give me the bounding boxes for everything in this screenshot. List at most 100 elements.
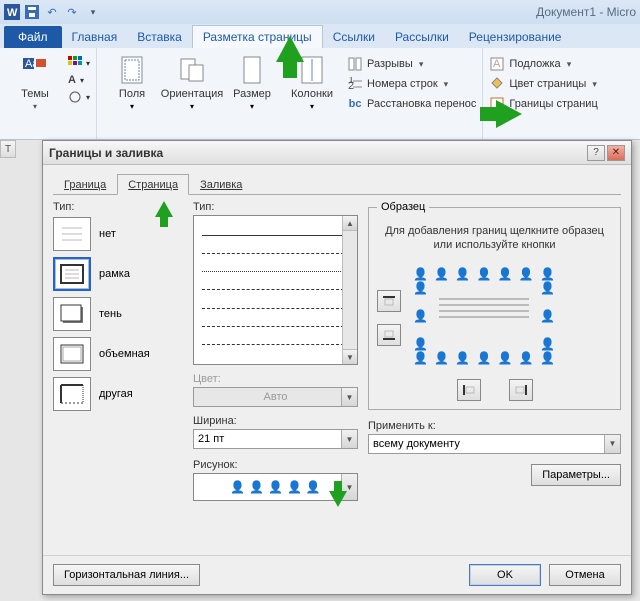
style-label: Тип: xyxy=(193,201,358,213)
preview-left-border-button[interactable] xyxy=(457,379,481,401)
type-custom-icon xyxy=(53,377,91,411)
margins-button[interactable]: Поля▾ xyxy=(103,52,161,111)
page-color-button[interactable]: Цвет страницы xyxy=(489,76,597,92)
art-label: Рисунок: xyxy=(193,459,358,471)
preview-legend: Образец xyxy=(377,201,429,213)
scroll-up-icon[interactable]: ▲ xyxy=(343,216,357,231)
preview-canvas[interactable]: 👤👤👤👤👤👤👤 👤👤👤 👤👤👤 👤👤👤👤👤👤👤 xyxy=(409,263,559,373)
themes-button[interactable]: Aa Темы ▾ xyxy=(6,52,64,111)
themes-icon: Aa xyxy=(19,54,51,86)
cancel-label: Отмена xyxy=(565,569,604,581)
dialog-tab-border[interactable]: Граница xyxy=(53,174,117,195)
qa-customize-dropdown[interactable] xyxy=(84,4,100,20)
page-color-icon xyxy=(489,76,505,92)
margins-label: Поля xyxy=(119,88,145,100)
type-custom[interactable]: другая xyxy=(53,377,183,411)
annotation-arrow-page-tab xyxy=(155,201,173,217)
line-numbers-label: Номера строк xyxy=(367,78,438,90)
dialog-tab-fill[interactable]: Заливка xyxy=(189,174,253,195)
parameters-button[interactable]: Параметры... xyxy=(531,464,621,486)
themes-label: Темы xyxy=(21,88,49,100)
color-combo: Авто ▼ xyxy=(193,387,358,407)
preview-bottom-border-button[interactable] xyxy=(377,324,401,346)
type-shadow-icon xyxy=(53,297,91,331)
ruler-marker: Т xyxy=(0,140,16,158)
borders-shading-dialog: Границы и заливка ? ✕ Граница Страница З… xyxy=(42,140,632,595)
svg-text:W: W xyxy=(7,7,18,19)
type-custom-label: другая xyxy=(99,388,133,400)
ribbon: Aa Темы ▾ ▾ A▾ ▾ Поля▾ Ориентация▾ Разме… xyxy=(0,48,640,140)
ok-label: OK xyxy=(497,569,513,581)
dialog-tab-page[interactable]: Страница xyxy=(117,174,189,195)
preview-hint: Для добавления границ щелкните образец и… xyxy=(377,225,612,253)
ok-button[interactable]: OK xyxy=(469,564,541,586)
size-icon xyxy=(236,54,268,86)
type-box-icon xyxy=(53,257,91,291)
preview-fieldset: Образец Для добавления границ щелкните о… xyxy=(368,201,621,410)
ribbon-tabs: Файл Главная Вставка Разметка страницы С… xyxy=(0,24,640,48)
parameters-label: Параметры... xyxy=(542,469,610,481)
undo-icon[interactable]: ↶ xyxy=(44,4,60,20)
save-icon[interactable] xyxy=(24,4,40,20)
watermark-button[interactable]: A Подложка xyxy=(489,56,597,72)
page-color-label: Цвет страницы xyxy=(509,78,586,90)
svg-text:2: 2 xyxy=(348,80,354,91)
line-numbers-button[interactable]: 12Номера строк xyxy=(347,76,476,92)
close-button[interactable]: ✕ xyxy=(607,145,625,161)
width-value: 21 пт xyxy=(198,433,224,445)
preview-right-border-button[interactable] xyxy=(509,379,533,401)
horizontal-line-button[interactable]: Горизонтальная линия... xyxy=(53,564,200,586)
theme-fonts-icon[interactable]: A▾ xyxy=(68,74,90,86)
tab-references[interactable]: Ссылки xyxy=(323,26,385,48)
style-scrollbar[interactable]: ▲ ▼ xyxy=(342,216,357,364)
watermark-label: Подложка xyxy=(509,58,560,70)
word-app-icon: W xyxy=(4,4,20,20)
hyphenation-button[interactable]: bcРасстановка перенос xyxy=(347,96,476,112)
title-bar: W ↶ ↷ Документ1 - Micro xyxy=(0,0,640,24)
columns-label: Колонки xyxy=(291,88,333,100)
breaks-label: Разрывы xyxy=(367,58,413,70)
document-title: Документ1 - Micro xyxy=(536,5,636,19)
annotation-arrow-tab xyxy=(276,36,304,62)
scroll-down-icon[interactable]: ▼ xyxy=(343,349,357,364)
breaks-icon xyxy=(347,56,363,72)
watermark-icon: A xyxy=(489,56,505,72)
margins-icon xyxy=(116,54,148,86)
annotation-arrow-borders xyxy=(496,100,522,128)
dialog-footer: Горизонтальная линия... OK Отмена xyxy=(43,555,631,594)
type-3d-icon xyxy=(53,337,91,371)
cancel-button[interactable]: Отмена xyxy=(549,564,621,586)
size-button[interactable]: Размер▾ xyxy=(223,52,281,111)
type-shadow[interactable]: тень xyxy=(53,297,183,331)
breaks-button[interactable]: Разрывы xyxy=(347,56,476,72)
type-box[interactable]: рамка xyxy=(53,257,183,291)
type-3d-label: объемная xyxy=(99,348,150,360)
chevron-down-icon[interactable]: ▼ xyxy=(604,435,620,453)
tab-insert[interactable]: Вставка xyxy=(127,26,192,48)
tab-mailings[interactable]: Рассылки xyxy=(385,26,459,48)
tab-file[interactable]: Файл xyxy=(4,26,62,48)
chevron-down-icon: ▼ xyxy=(341,388,357,406)
width-combo[interactable]: 21 пт ▼ xyxy=(193,429,358,449)
annotation-arrow-art xyxy=(329,491,347,507)
chevron-down-icon[interactable]: ▼ xyxy=(341,430,357,448)
apply-to-combo[interactable]: всему документу ▼ xyxy=(368,434,621,454)
orientation-button[interactable]: Ориентация▾ xyxy=(163,52,221,111)
page-borders-label: Границы страниц xyxy=(509,98,597,110)
size-label: Размер xyxy=(233,88,271,100)
dialog-tabs: Граница Страница Заливка xyxy=(53,173,621,195)
tab-review[interactable]: Рецензирование xyxy=(459,26,572,48)
width-label: Ширина: xyxy=(193,415,358,427)
horizontal-line-label: Горизонтальная линия... xyxy=(64,569,189,581)
tab-home[interactable]: Главная xyxy=(62,26,128,48)
preview-top-border-button[interactable] xyxy=(377,290,401,312)
redo-icon[interactable]: ↷ xyxy=(64,4,80,20)
apply-value: всему документу xyxy=(373,438,460,450)
dialog-titlebar: Границы и заливка ? ✕ xyxy=(43,141,631,165)
help-button[interactable]: ? xyxy=(587,145,605,161)
type-3d[interactable]: объемная xyxy=(53,337,183,371)
type-none-label: нет xyxy=(99,228,116,240)
theme-colors-icon[interactable]: ▾ xyxy=(68,56,90,70)
theme-effects-icon[interactable]: ▾ xyxy=(68,90,90,104)
style-list[interactable]: ▲ ▼ xyxy=(193,215,358,365)
